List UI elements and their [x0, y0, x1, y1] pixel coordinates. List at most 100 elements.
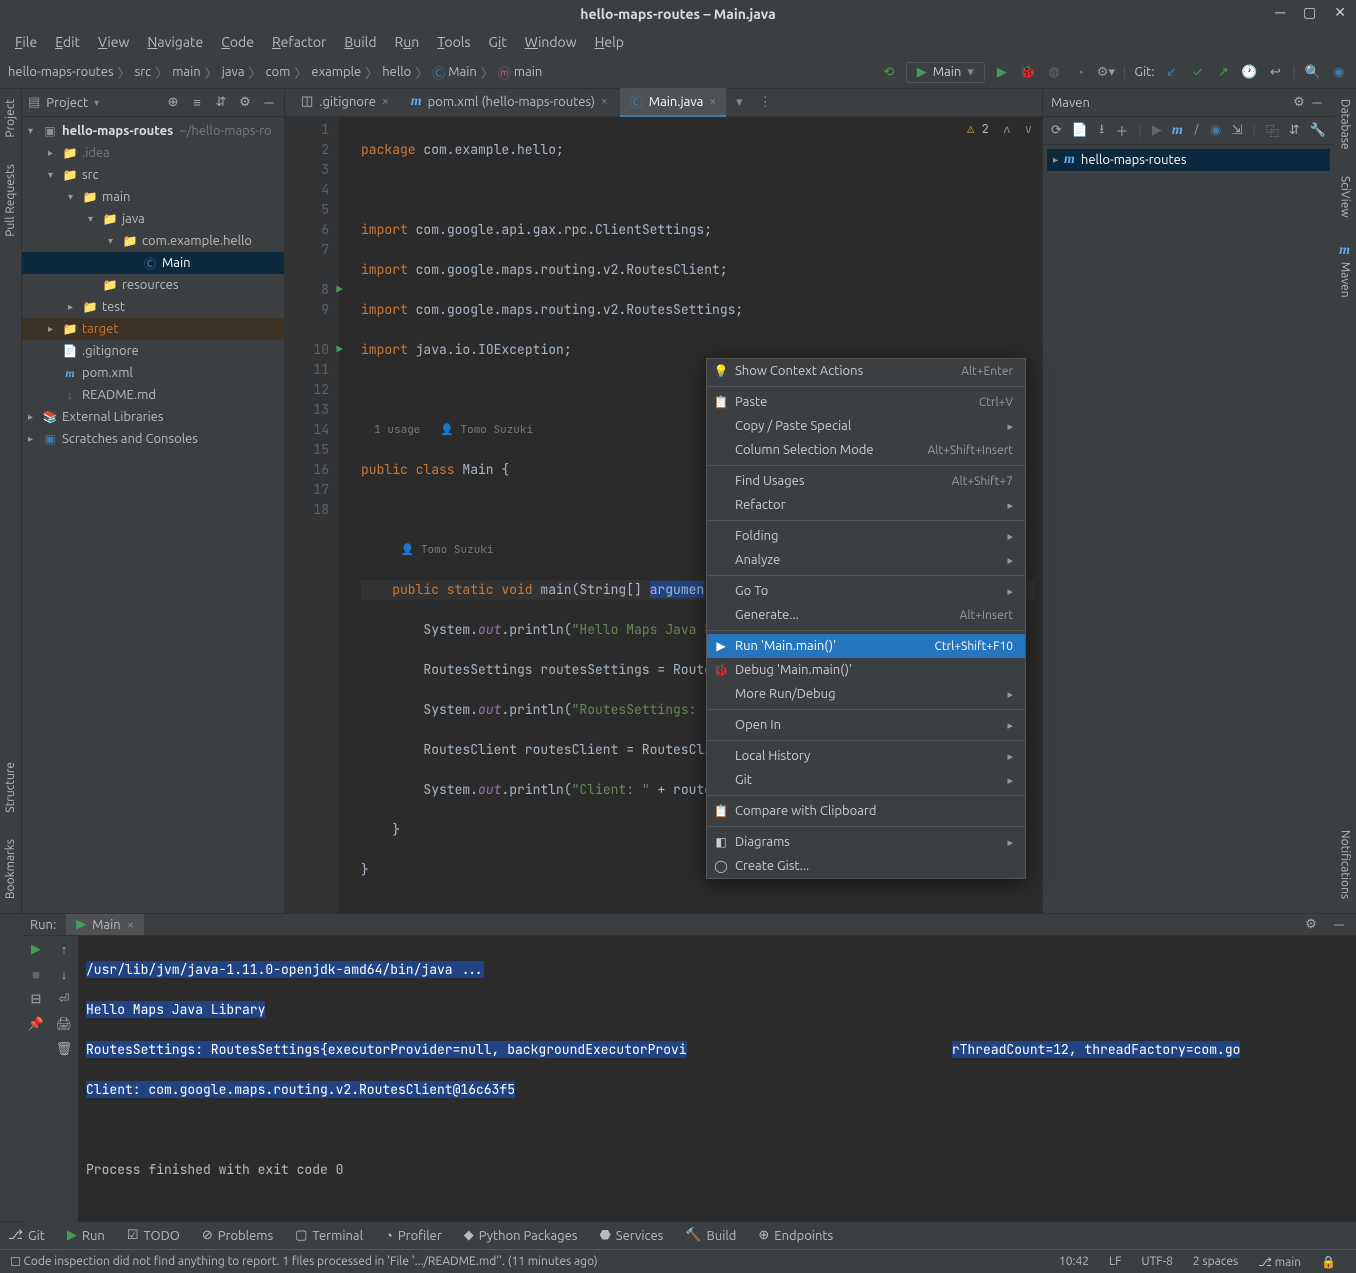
ctx-paste[interactable]: 📋PasteCtrl+V: [707, 390, 1025, 414]
generate-sources-icon[interactable]: 📄: [1072, 122, 1088, 140]
git-history-icon[interactable]: 🕐: [1241, 63, 1259, 81]
status-lf[interactable]: LF: [1099, 1255, 1131, 1268]
minimize-button[interactable]: ─: [1275, 4, 1285, 21]
build-icon[interactable]: ⟲: [880, 63, 898, 81]
status-lock-icon[interactable]: 🔒: [1311, 1255, 1346, 1269]
expand-all-icon[interactable]: ≡: [188, 94, 206, 112]
tree-ext-lib[interactable]: ▸📚External Libraries: [22, 406, 284, 428]
ctx-create-gist-[interactable]: ◯Create Gist...: [707, 854, 1025, 878]
up-icon[interactable]: ↑: [61, 942, 68, 957]
ctx-go-to[interactable]: Go To▸: [707, 579, 1025, 603]
right-tab-database[interactable]: Database: [1337, 95, 1354, 154]
print-icon[interactable]: 🖨: [56, 1017, 73, 1032]
tab-pom[interactable]: mpom.xml (hello-maps-routes)×: [401, 90, 618, 116]
close-button[interactable]: ✕: [1334, 4, 1346, 21]
layout-icon[interactable]: ⊟: [31, 992, 42, 1007]
left-tab-bookmarks[interactable]: Bookmarks: [2, 835, 19, 903]
more-run-button[interactable]: ⚙▾: [1097, 63, 1115, 81]
menu-refactor[interactable]: Refactor: [265, 31, 333, 53]
project-label[interactable]: Project: [46, 96, 88, 110]
ctx-generate-[interactable]: Generate...Alt+Insert: [707, 603, 1025, 627]
bc-0[interactable]: hello-maps-routes: [8, 65, 114, 79]
ctx-compare-with-clipboard[interactable]: 📋Compare with Clipboard: [707, 799, 1025, 823]
tree-root[interactable]: ▾▣hello-maps-routes ~/hello-maps-ro: [22, 120, 284, 142]
git-rollback-icon[interactable]: ↩: [1267, 63, 1285, 81]
ctx-copy-paste-special[interactable]: Copy / Paste Special▸: [707, 414, 1025, 438]
menu-file[interactable]: File: [8, 31, 44, 53]
git-update-icon[interactable]: ↙: [1163, 63, 1181, 81]
tab-dropdown-icon[interactable]: ▾: [728, 95, 751, 110]
reload-icon[interactable]: ⟳: [1051, 122, 1062, 140]
ctx-analyze[interactable]: Analyze▸: [707, 548, 1025, 572]
collapse-all-icon[interactable]: ⇵: [1289, 122, 1300, 140]
tree-gitignore[interactable]: 📄.gitignore: [22, 340, 284, 362]
right-tab-sciview[interactable]: SciView: [1337, 172, 1354, 222]
coverage-button[interactable]: ◍: [1045, 63, 1063, 81]
bottom-endpoints[interactable]: ⊕Endpoints: [758, 1228, 833, 1243]
gear-icon[interactable]: ⚙: [236, 94, 254, 112]
status-encoding[interactable]: UTF-8: [1131, 1255, 1182, 1268]
left-tab-project[interactable]: Project: [2, 95, 19, 142]
status-indent[interactable]: 2 spaces: [1183, 1255, 1248, 1268]
close-icon[interactable]: ×: [127, 918, 134, 932]
tab-more-icon[interactable]: ⋮: [753, 95, 778, 110]
deps-icon[interactable]: ⿻: [1266, 122, 1279, 140]
menu-git[interactable]: Git: [482, 31, 514, 53]
bottom-git[interactable]: ⎇Git: [8, 1228, 45, 1243]
hide-icon[interactable]: ─: [1330, 916, 1348, 934]
run-button[interactable]: ▶: [993, 63, 1011, 81]
tree-main[interactable]: ▾📁main: [22, 186, 284, 208]
bottom-profiler[interactable]: ◔Profiler: [385, 1228, 442, 1243]
bottom-services[interactable]: ⬣Services: [599, 1228, 663, 1243]
tab-gitignore[interactable]: ◫.gitignore×: [291, 90, 399, 115]
profile-button[interactable]: ◔: [1071, 63, 1089, 81]
gear-icon[interactable]: ⚙: [1302, 916, 1320, 934]
ctx-run-main-main-[interactable]: ▶Run 'Main.main()'Ctrl+Shift+F10: [707, 634, 1025, 658]
tree-scratches[interactable]: ▸▣Scratches and Consoles: [22, 428, 284, 450]
gear-icon[interactable]: ⚙: [1290, 94, 1308, 112]
run-icon[interactable]: ▶: [1152, 122, 1162, 140]
run-config-select[interactable]: ▶ Main ▾: [906, 62, 985, 83]
ctx-open-in[interactable]: Open In▸: [707, 713, 1025, 737]
ctx-find-usages[interactable]: Find UsagesAlt+Shift+7: [707, 469, 1025, 493]
bottom-problems[interactable]: ⊘Problems: [202, 1228, 273, 1243]
tree-test[interactable]: ▸📁test: [22, 296, 284, 318]
bc-1[interactable]: src: [135, 65, 152, 79]
bc-3[interactable]: java: [222, 65, 245, 79]
menu-navigate[interactable]: Navigate: [140, 31, 210, 53]
menu-build[interactable]: Build: [337, 31, 383, 53]
stop-icon[interactable]: ■: [32, 967, 40, 982]
bottom-todo[interactable]: ☑TODO: [127, 1228, 180, 1243]
tree-idea[interactable]: ▸📁.idea: [22, 142, 284, 164]
rerun-icon[interactable]: ▶: [31, 942, 41, 957]
left-tab-pull-requests[interactable]: Pull Requests: [2, 160, 19, 241]
right-tab-notifications[interactable]: Notifications: [1337, 826, 1354, 903]
close-icon[interactable]: ×: [709, 95, 716, 108]
ctx-local-history[interactable]: Local History▸: [707, 744, 1025, 768]
tree-target[interactable]: ▸📁target: [22, 318, 284, 340]
tree-class-main[interactable]: ⒸMain: [22, 252, 284, 274]
hide-icon[interactable]: ─: [1308, 94, 1326, 112]
status-caret[interactable]: 10:42: [1049, 1255, 1099, 1268]
bottom-build[interactable]: 🔨Build: [685, 1228, 736, 1243]
tree-java[interactable]: ▾📁java: [22, 208, 284, 230]
maven-m-icon[interactable]: m: [1172, 122, 1183, 140]
ctx-more-run-debug[interactable]: More Run/Debug▸: [707, 682, 1025, 706]
menu-tools[interactable]: Tools: [430, 31, 477, 53]
tree-resources[interactable]: 📁resources: [22, 274, 284, 296]
tree-readme[interactable]: ↓README.md: [22, 384, 284, 406]
toggle-skip-icon[interactable]: ⧸: [1193, 122, 1200, 140]
bc-5[interactable]: example: [311, 65, 361, 79]
menu-window[interactable]: Window: [518, 31, 584, 53]
menu-help[interactable]: Help: [588, 31, 631, 53]
tree-pkg[interactable]: ▾📁com.example.hello: [22, 230, 284, 252]
bc-2[interactable]: main: [172, 65, 200, 79]
status-branch[interactable]: ⎇ main: [1248, 1255, 1311, 1269]
tab-main-java[interactable]: ⒸMain.java×: [620, 88, 726, 117]
left-tab-structure[interactable]: Structure: [2, 758, 19, 817]
bc-7[interactable]: Main: [448, 65, 477, 79]
ctx-diagrams[interactable]: ◧Diagrams▸: [707, 830, 1025, 854]
ctx-refactor[interactable]: Refactor▸: [707, 493, 1025, 517]
menu-edit[interactable]: Edit: [48, 31, 87, 53]
offline-icon[interactable]: ◉: [1210, 122, 1221, 140]
